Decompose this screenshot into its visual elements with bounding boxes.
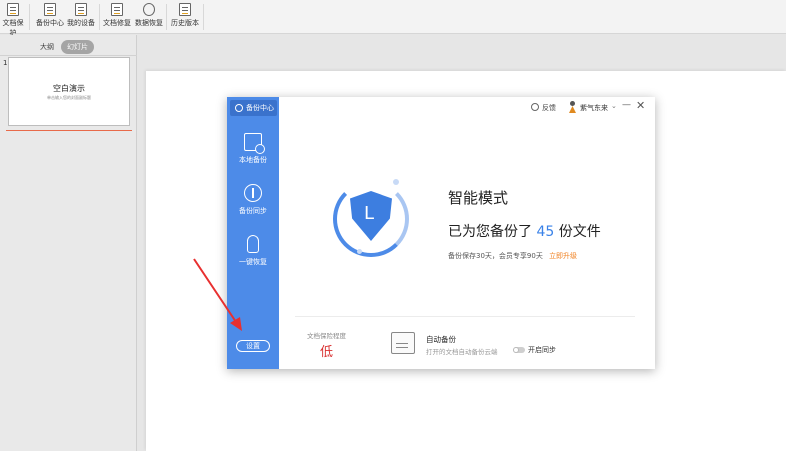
auto-backup-subtitle: 打开的文档自动备份云端	[426, 348, 498, 356]
history-version-label: 历史版本	[171, 19, 199, 27]
my-devices-button[interactable]: 我的设备	[67, 2, 95, 32]
my-devices-label: 我的设备	[67, 19, 95, 27]
hand-pointer-icon	[247, 235, 259, 253]
shield-graphic: L	[331, 175, 411, 259]
retention-text: 备份保存30天，会员专享90天	[448, 252, 543, 260]
data-recovery-icon	[143, 3, 155, 16]
feedback-link[interactable]: 反馈	[542, 103, 556, 113]
backup-retention: 备份保存30天，会员专享90天 立即升级	[448, 251, 577, 261]
dialog-topbar: 反馈 紫气东来 ⌄ — ✕	[279, 97, 655, 119]
history-version-icon	[179, 3, 191, 16]
sidebar-item-label: 备份同步	[239, 207, 267, 215]
slide-subtitle: 单击输入您的封面副标题	[47, 95, 91, 100]
backup-center-icon	[44, 3, 56, 16]
home-icon	[235, 104, 243, 112]
sidebar-item-label: 本地备份	[239, 156, 267, 164]
slide-insert-indicator	[6, 130, 132, 131]
settings-button[interactable]: 设置	[236, 340, 270, 352]
risk-label: 文档保险程度	[307, 332, 346, 340]
slide-thumbnail[interactable]: 空白演示 单击输入您的封面副标题	[8, 57, 130, 126]
document-protect-icon	[7, 3, 19, 16]
sync-toggle[interactable]	[513, 347, 525, 353]
slide-number: 1	[3, 59, 8, 67]
shield-letter: L	[364, 203, 375, 224]
document-protect-button[interactable]: 文档保护	[0, 2, 26, 37]
document-repair-label: 文档修复	[103, 19, 131, 27]
backup-count: 45	[536, 224, 555, 240]
panel-tabs: 大纲 幻灯片	[0, 39, 137, 54]
history-version-button[interactable]: 历史版本	[170, 2, 200, 32]
backup-center-label: 备份中心	[36, 19, 64, 27]
decor-dot	[357, 249, 362, 254]
backup-center-button[interactable]: 备份中心	[36, 2, 64, 32]
panel-divider	[0, 55, 137, 56]
slide-panel: 大纲 幻灯片 1 空白演示 单击输入您的封面副标题	[0, 35, 137, 451]
annotation-arrow	[193, 258, 242, 331]
sidebar-header-label: 备份中心	[246, 104, 274, 112]
username[interactable]: 紫气东来	[580, 103, 608, 113]
upgrade-link[interactable]: 立即升级	[549, 252, 577, 260]
document-repair-icon	[111, 3, 123, 16]
data-recovery-button[interactable]: 数据恢复	[134, 2, 164, 32]
folder-clock-icon	[244, 133, 265, 154]
sync-label: 开启同步	[528, 346, 556, 354]
mode-title: 智能模式	[448, 189, 509, 207]
toolbar-separator	[29, 4, 30, 30]
backup-center-dialog: 备份中心 本地备份 备份同步 一键恢复 设置 反馈 紫气东来 ⌄ — ✕ L 智…	[227, 97, 655, 369]
feedback-icon	[531, 103, 539, 111]
close-button[interactable]: ✕	[636, 99, 645, 112]
toolbar-separator	[99, 4, 100, 30]
auto-backup-title: 自动备份	[426, 335, 456, 344]
slide-title: 空白演示	[53, 84, 85, 93]
tab-outline[interactable]: 大纲	[34, 40, 60, 54]
toolbar-separator	[203, 4, 204, 30]
sidebar-item-local-backup[interactable]: 本地备份	[227, 133, 279, 165]
tab-slides[interactable]: 幻灯片	[61, 40, 94, 54]
dialog-divider	[295, 316, 635, 317]
decor-dot	[393, 179, 399, 185]
auto-backup-icon	[391, 332, 415, 354]
backup-prefix: 已为您备份了	[448, 224, 532, 240]
cloud-upload-icon	[244, 184, 262, 202]
sidebar-header[interactable]: 备份中心	[230, 100, 277, 116]
document-repair-button[interactable]: 文档修复	[103, 2, 131, 32]
backup-summary: 已为您备份了 45 份文件	[448, 221, 601, 241]
risk-value: 低	[320, 345, 334, 360]
ribbon-toolbar: 文档保护 备份中心 我的设备 文档修复 数据恢复 历史版本	[0, 0, 786, 37]
minimize-button[interactable]: —	[622, 100, 631, 110]
sidebar-item-backup-sync[interactable]: 备份同步	[227, 184, 279, 216]
avatar[interactable]	[568, 101, 577, 113]
backup-suffix: 份文件	[558, 224, 601, 240]
my-devices-icon	[75, 3, 87, 16]
toolbar-separator	[166, 4, 167, 30]
data-recovery-label: 数据恢复	[135, 19, 163, 27]
chevron-down-icon[interactable]: ⌄	[611, 102, 617, 110]
